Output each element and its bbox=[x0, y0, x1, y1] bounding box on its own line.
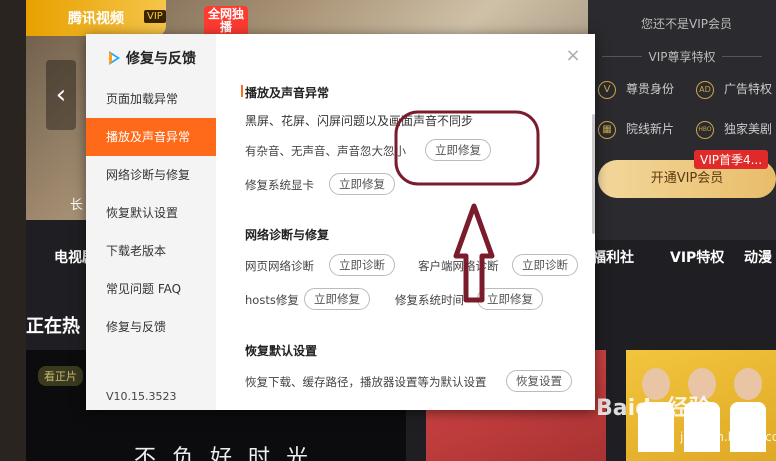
sidebar-item-faq[interactable]: 常见问题 FAQ bbox=[86, 270, 216, 308]
nav-item-vip[interactable]: VIP特权 bbox=[670, 240, 724, 276]
sidebar-item-old-version[interactable]: 下载老版本 bbox=[86, 232, 216, 270]
privilege-label: 院线新片 bbox=[626, 122, 675, 136]
banner-caption: 长 bbox=[70, 198, 84, 213]
logo-vip-tag: VIP bbox=[144, 10, 166, 23]
systime-text: 修复系统时间 bbox=[395, 293, 464, 307]
dialog-title: 修复与反馈 bbox=[106, 48, 196, 68]
privilege-item[interactable]: ▦ 院线新片 bbox=[598, 120, 674, 139]
tile-title: 不负好时光 bbox=[134, 446, 325, 461]
version-label: V10.15.3523 bbox=[106, 390, 177, 403]
client-network-text: 客户端网络诊断 bbox=[418, 259, 499, 273]
web-network-text: 网页网络诊断 bbox=[245, 259, 314, 273]
vip-privilege-title: VIP尊享特权 bbox=[588, 48, 776, 65]
repair-gpu-button[interactable]: 立即修复 bbox=[329, 173, 395, 195]
vip-panel: 您还不是VIP会员 VIP尊享特权 V 尊贵身份 AD 广告特权 ▦ 院线新片 HBO… bbox=[588, 0, 776, 240]
crown-icon: V bbox=[598, 80, 616, 99]
banner-prev-arrow-icon[interactable]: ‹ bbox=[46, 60, 76, 130]
no-ads-icon: AD bbox=[696, 80, 714, 99]
nav-item-anime[interactable]: 动漫 bbox=[744, 240, 772, 276]
person-image bbox=[734, 368, 762, 400]
film-icon: ▦ bbox=[598, 120, 616, 139]
reset-description: 恢复下载、缓存路径，播放器设置等为默认设置 bbox=[245, 375, 487, 389]
dialog-content: 播放及声音异常 黑屏、花屏、闪屏问题以及画面声音不同步 有杂音、无声音、声音忽大… bbox=[216, 34, 595, 410]
section-title-playback: 播放及声音异常 bbox=[240, 85, 330, 100]
privilege-item[interactable]: V 尊贵身份 bbox=[598, 80, 674, 99]
privilege-item[interactable]: AD 广告特权 bbox=[696, 80, 772, 99]
content-scrollbar[interactable] bbox=[592, 114, 595, 234]
person-image bbox=[730, 402, 766, 452]
repair-audio-button[interactable]: 立即修复 bbox=[425, 139, 491, 161]
reset-settings-button[interactable]: 恢复设置 bbox=[506, 370, 572, 392]
privilege-label: 尊贵身份 bbox=[626, 82, 675, 96]
open-vip-label: 开通VIP会员 bbox=[650, 171, 724, 186]
tencent-video-logo-icon bbox=[109, 51, 120, 65]
sidebar-item-playback[interactable]: 播放及声音异常 bbox=[86, 118, 216, 156]
baidu-watermark-url: jingyan.baidu.com bbox=[680, 430, 776, 444]
background-left-strip bbox=[0, 0, 26, 461]
playback-issue-text: 黑屏、花屏、闪屏问题以及画面声音不同步 bbox=[245, 114, 474, 128]
dialog-title-text: 修复与反馈 bbox=[126, 51, 196, 67]
sidebar-item-reset[interactable]: 恢复默认设置 bbox=[86, 194, 216, 232]
exclusive-badge: 全网独播 bbox=[204, 6, 248, 36]
nav-item-welfare[interactable]: 福利社 bbox=[592, 240, 634, 276]
privilege-label: 广告特权 bbox=[724, 82, 773, 96]
web-diagnose-button[interactable]: 立即诊断 bbox=[329, 254, 395, 276]
dialog-sidebar: 修复与反馈 页面加载异常 播放及声音异常 网络诊断与修复 恢复默认设置 下载老版… bbox=[86, 34, 216, 410]
privilege-label: 独家美剧 bbox=[724, 122, 773, 136]
audio-issue-text: 有杂音、无声音、声音忽大忽小 bbox=[245, 144, 406, 158]
tile-tag: 看正片 bbox=[38, 366, 83, 386]
hbo-icon: HBO bbox=[696, 120, 714, 139]
baidu-watermark: Baidu经验 bbox=[596, 396, 711, 421]
systime-repair-button[interactable]: 立即修复 bbox=[477, 288, 543, 310]
sidebar-item-feedback[interactable]: 修复与反馈 bbox=[86, 308, 216, 346]
close-icon[interactable]: × bbox=[565, 47, 581, 65]
hosts-text: hosts修复 bbox=[245, 293, 299, 307]
vip-promo-badge: VIP首季4... bbox=[694, 150, 769, 169]
not-vip-text: 您还不是VIP会员 bbox=[641, 17, 732, 31]
hosts-repair-button[interactable]: 立即修复 bbox=[304, 288, 370, 310]
logo-text: 腾讯视频 bbox=[68, 11, 124, 27]
client-diagnose-button[interactable]: 立即诊断 bbox=[512, 254, 578, 276]
section-title-network: 网络诊断与修复 bbox=[245, 228, 330, 242]
privilege-item[interactable]: HBO 独家美剧 bbox=[696, 120, 772, 139]
hot-section-title: 正在热 bbox=[26, 316, 80, 337]
sidebar-item-page-load[interactable]: 页面加载异常 bbox=[86, 80, 216, 118]
section-title-reset: 恢复默认设置 bbox=[245, 344, 318, 358]
repair-feedback-dialog: 修复与反馈 页面加载异常 播放及声音异常 网络诊断与修复 恢复默认设置 下载老版… bbox=[86, 34, 595, 410]
sidebar-item-network[interactable]: 网络诊断与修复 bbox=[86, 156, 216, 194]
gpu-repair-text: 修复系统显卡 bbox=[245, 178, 314, 192]
